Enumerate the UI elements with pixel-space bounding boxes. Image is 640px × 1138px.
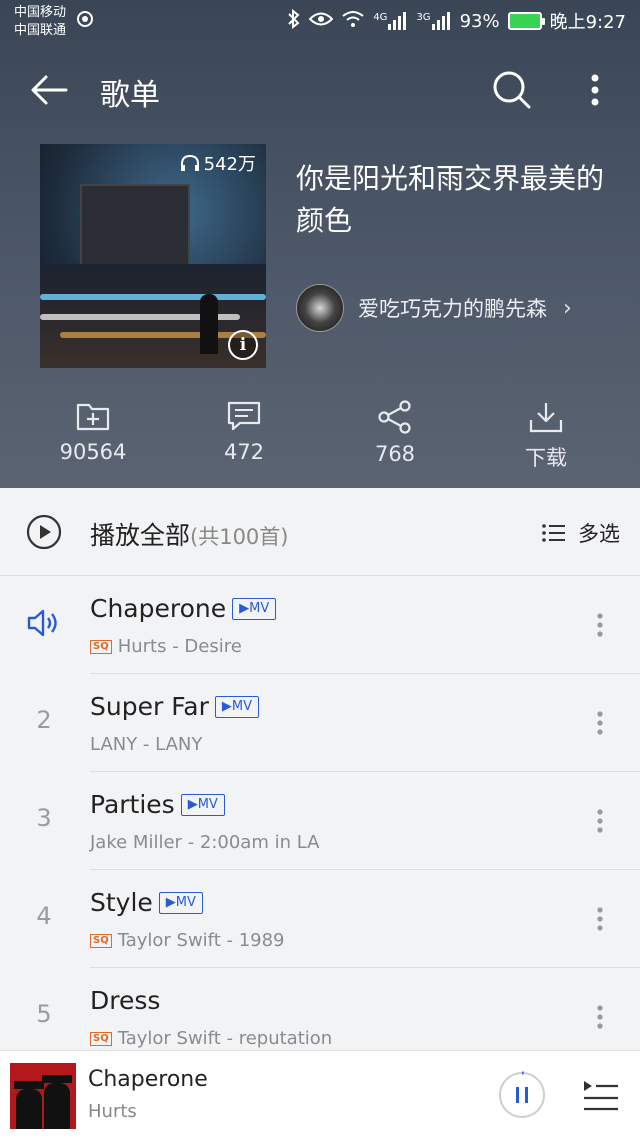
hd-call-icon (76, 10, 94, 33)
song-index: 3 (36, 804, 52, 832)
play-all-row[interactable]: 播放全部(共100首) 多选 (0, 488, 640, 576)
battery-percent: 93% (459, 10, 500, 32)
queue-icon (584, 1081, 618, 1111)
avatar[interactable] (296, 284, 344, 332)
status-bar: 中国移动 中国联通 4G 3G 93% 晚上9:27 (0, 0, 640, 44)
back-button[interactable] (28, 68, 72, 112)
song-row[interactable]: 2 Super Far ▶ MV LANY - LANY (0, 674, 640, 772)
multi-select-button[interactable]: 多选 (542, 518, 620, 548)
song-more-button[interactable] (590, 904, 610, 934)
chevron-right-icon: › (563, 295, 572, 321)
song-row[interactable]: 3 Parties ▶ MV Jake Miller - 2:00am in LA (0, 772, 640, 870)
song-more-button[interactable] (590, 708, 610, 738)
song-meta: SQ Hurts - Desire (90, 636, 242, 657)
action-bar: 90564 472 768 下载 (0, 400, 640, 480)
comment-button[interactable]: 472 (184, 400, 304, 464)
playlist-header: 中国移动 中国联通 4G 3G 93% 晚上9:27 歌单 542万 i 你是阳… (0, 0, 640, 488)
now-playing-speaker-icon (26, 608, 60, 642)
share-count: 768 (374, 442, 416, 466)
status-icons: 4G 3G 93% 晚上9:27 (287, 8, 626, 34)
carrier-2: 中国联通 (14, 23, 67, 38)
play-all-icon[interactable] (26, 514, 62, 550)
creator-link[interactable]: 爱吃巧克力的鹏先森 › (296, 284, 572, 332)
eye-icon (308, 11, 334, 32)
share-button[interactable]: 768 (335, 400, 455, 466)
more-vertical-icon (597, 907, 603, 931)
list-icon (542, 524, 565, 542)
more-vertical-icon (591, 74, 599, 106)
cover-person (200, 294, 218, 354)
search-button[interactable] (490, 68, 534, 112)
song-title: Dress (90, 986, 161, 1015)
search-icon (493, 71, 531, 109)
share-icon (378, 400, 411, 434)
mv-badge[interactable]: ▶ MV (214, 695, 259, 718)
page-title: 歌单 (100, 78, 160, 113)
collect-count: 90564 (59, 440, 127, 464)
sq-badge: SQ (90, 1031, 112, 1046)
download-icon (529, 403, 563, 433)
song-index: 4 (36, 902, 52, 930)
song-meta: Jake Miller - 2:00am in LA (90, 832, 320, 853)
song-row[interactable]: 4 Style ▶ MV SQ Taylor Swift - 1989 (0, 870, 640, 968)
battery-icon (507, 12, 545, 30)
signal-3g-icon: 3G (416, 12, 451, 30)
song-index: 5 (36, 1000, 52, 1028)
title-bar: 歌单 (0, 62, 640, 118)
song-more-button[interactable] (590, 1002, 610, 1032)
creator-name: 爱吃巧克力的鹏先森 (358, 297, 547, 321)
song-title: Style ▶ MV (90, 888, 203, 917)
back-arrow-icon (31, 75, 68, 105)
bluetooth-icon (287, 8, 301, 34)
clock: 晚上9:27 (549, 12, 626, 33)
mv-badge[interactable]: ▶ MV (180, 793, 225, 816)
headphones-icon (180, 154, 199, 171)
play-count-value: 542万 (203, 154, 256, 175)
song-meta: SQ Taylor Swift - 1989 (90, 930, 285, 951)
playlist-title: 你是阳光和雨交界最美的颜色 (296, 162, 605, 237)
more-menu-button[interactable] (580, 68, 610, 112)
song-list: Chaperone ▶ MV SQ Hurts - Desire 2 Super … (0, 576, 640, 1066)
download-button[interactable]: 下载 (486, 400, 606, 472)
comment-count: 472 (223, 440, 265, 464)
song-index: 2 (36, 706, 52, 734)
playlist-queue-button[interactable] (582, 1077, 620, 1113)
collect-button[interactable]: 90564 (33, 400, 153, 464)
add-folder-icon (76, 403, 110, 431)
more-vertical-icon (597, 1005, 603, 1029)
mini-player[interactable]: Chaperone Hurts (0, 1050, 640, 1138)
song-more-button[interactable] (590, 806, 610, 836)
pause-icon (499, 1071, 545, 1118)
mv-badge[interactable]: ▶ MV (158, 891, 203, 914)
multi-select-label: 多选 (578, 522, 620, 546)
sq-badge: SQ (90, 933, 112, 948)
mv-badge[interactable]: ▶ MV (232, 597, 277, 620)
wifi-icon (341, 10, 365, 33)
pause-button[interactable] (498, 1071, 546, 1119)
song-row[interactable]: Chaperone ▶ MV SQ Hurts - Desire (0, 576, 640, 674)
more-vertical-icon (597, 613, 603, 637)
playlist-cover[interactable]: 542万 i (40, 144, 266, 368)
comment-icon (227, 401, 261, 431)
carrier-1: 中国移动 (14, 5, 67, 20)
mini-player-cover[interactable] (10, 1063, 76, 1129)
song-count: (共100首) (190, 525, 289, 549)
play-all-label[interactable]: 播放全部(共100首) (90, 516, 288, 552)
info-icon[interactable]: i (228, 330, 258, 360)
song-title: Super Far ▶ MV (90, 692, 259, 721)
download-label: 下载 (525, 446, 567, 470)
play-count: 542万 (180, 150, 256, 176)
signal-4g-icon: 4G (373, 12, 408, 30)
song-title: Chaperone ▶ MV (90, 594, 277, 623)
song-meta: LANY - LANY (90, 734, 203, 755)
more-vertical-icon (597, 711, 603, 735)
song-more-button[interactable] (590, 610, 610, 640)
song-title: Parties ▶ MV (90, 790, 225, 819)
mini-player-artist: Hurts (88, 1101, 137, 1122)
more-vertical-icon (597, 809, 603, 833)
carrier-info: 中国移动 中国联通 (14, 4, 66, 40)
song-meta: SQ Taylor Swift - reputation (90, 1028, 332, 1049)
sq-badge: SQ (90, 639, 112, 654)
mini-player-title: Chaperone (88, 1067, 208, 1092)
